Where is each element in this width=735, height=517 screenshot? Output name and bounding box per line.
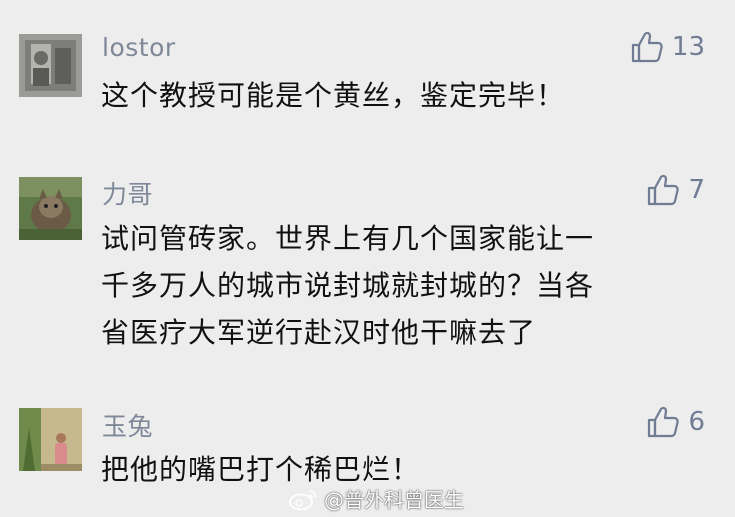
comment-username[interactable]: 玉兔: [102, 407, 153, 443]
thumbs-up-icon: [648, 406, 680, 438]
thumbs-up-icon: [648, 174, 680, 206]
like-count: 13: [671, 32, 705, 62]
comment-text-line: 这个教授可能是个黄丝，鉴定完毕！: [101, 79, 566, 112]
like-button[interactable]: 13: [630, 30, 705, 64]
watermark: @普外科曾医生: [288, 484, 464, 513]
comment-text-line: 试问管砖家。世界上有几个国家能让一: [101, 222, 595, 255]
avatar-gray-portrait-icon: [19, 34, 82, 97]
comment-username[interactable]: 力哥: [102, 175, 153, 211]
like-button[interactable]: 6: [646, 405, 705, 439]
comment-text-line: 千多万人的城市说封城就封城的？当各: [101, 269, 595, 302]
comment-username[interactable]: lostor: [102, 33, 176, 62]
comment-text: 试问管砖家。世界上有几个国家能让一 千多万人的城市说封城就封城的？当各 省医疗大…: [101, 215, 701, 356]
comment-text-line: 省医疗大军逆行赴汉时他干嘛去了: [101, 316, 537, 349]
avatar[interactable]: [19, 177, 82, 240]
avatar-cat-photo-icon: [19, 177, 82, 240]
like-button[interactable]: 7: [646, 173, 705, 207]
like-count: 6: [688, 407, 705, 437]
like-count: 7: [688, 175, 705, 205]
avatar[interactable]: [19, 408, 82, 471]
comment-text: 这个教授可能是个黄丝，鉴定完毕！: [101, 72, 701, 119]
watermark-text: @普外科曾医生: [324, 488, 464, 512]
thumbs-up-icon: [631, 31, 663, 63]
avatar[interactable]: [19, 34, 82, 97]
avatar-person-garden-icon: [19, 408, 82, 471]
weibo-logo-icon: [289, 489, 317, 510]
